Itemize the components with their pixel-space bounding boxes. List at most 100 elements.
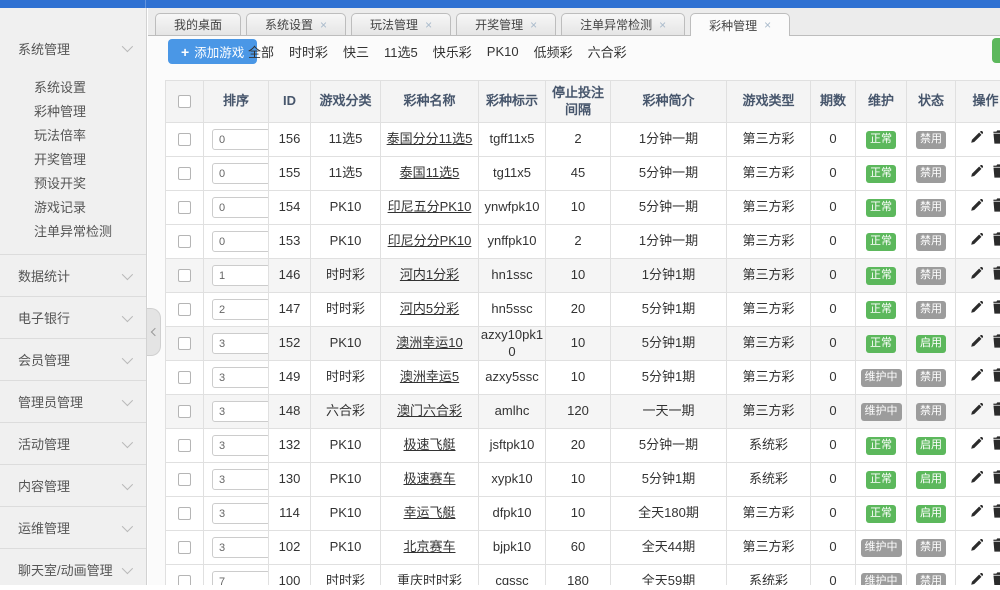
lottery-name-link[interactable]: 澳洲幸运10: [396, 335, 462, 350]
filter-4[interactable]: 快乐彩: [433, 42, 472, 61]
filter-3[interactable]: 11选5: [384, 42, 418, 61]
maintain-badge[interactable]: 维护中: [861, 369, 902, 387]
sort-input[interactable]: [212, 129, 269, 150]
tab-4[interactable]: 注单异常检测×: [561, 13, 685, 35]
delete-icon[interactable]: [993, 198, 1000, 216]
sidebar-item-0-3[interactable]: 开奖管理: [0, 148, 146, 172]
status-badge[interactable]: 禁用: [916, 233, 946, 251]
sidebar-group-1[interactable]: 数据统计: [0, 254, 146, 296]
lottery-name-link[interactable]: 极速赛车: [403, 471, 455, 486]
sidebar-group-5[interactable]: 活动管理: [0, 422, 146, 464]
lottery-name-link[interactable]: 河内1分彩: [400, 267, 459, 282]
maintain-badge[interactable]: 正常: [866, 199, 896, 217]
lottery-name-link[interactable]: 印尼五分PK10: [388, 199, 472, 214]
sidebar-item-0-5[interactable]: 游戏记录: [0, 196, 146, 220]
tab-2[interactable]: 玩法管理×: [351, 13, 451, 35]
sidebar-group-0[interactable]: 系统管理: [0, 28, 146, 68]
status-badge[interactable]: 启用: [916, 335, 946, 353]
sort-input[interactable]: [212, 537, 269, 558]
row-checkbox[interactable]: [178, 371, 191, 384]
maintain-badge[interactable]: 正常: [866, 301, 896, 319]
close-icon[interactable]: ×: [764, 19, 771, 31]
sidebar-item-0-6[interactable]: 注单异常检测: [0, 220, 146, 244]
lottery-name-link[interactable]: 澳门六合彩: [397, 403, 462, 418]
filter-6[interactable]: 低频彩: [534, 42, 573, 61]
filter-7[interactable]: 六合彩: [588, 42, 627, 61]
filter-2[interactable]: 快三: [343, 42, 369, 61]
close-icon[interactable]: ×: [659, 19, 666, 31]
add-game-button[interactable]: + 添加游戏: [168, 39, 257, 64]
sort-input[interactable]: [212, 367, 269, 388]
sidebar-item-0-4[interactable]: 预设开奖: [0, 172, 146, 196]
lottery-name-link[interactable]: 澳洲幸运5: [400, 369, 459, 384]
delete-icon[interactable]: [993, 572, 1000, 585]
row-checkbox[interactable]: [178, 575, 191, 585]
edit-icon[interactable]: [970, 335, 983, 352]
row-checkbox[interactable]: [178, 133, 191, 146]
delete-icon[interactable]: [993, 300, 1000, 318]
sidebar-group-7[interactable]: 运维管理: [0, 506, 146, 548]
delete-icon[interactable]: [993, 538, 1000, 556]
edit-icon[interactable]: [970, 505, 983, 522]
row-checkbox[interactable]: [178, 303, 191, 316]
lottery-name-link[interactable]: 泰国分分11选5: [387, 131, 473, 146]
status-badge[interactable]: 禁用: [916, 301, 946, 319]
status-badge[interactable]: 禁用: [916, 369, 946, 387]
sidebar-item-0-2[interactable]: 玩法倍率: [0, 124, 146, 148]
delete-icon[interactable]: [993, 266, 1000, 284]
row-checkbox[interactable]: [178, 507, 191, 520]
maintain-badge[interactable]: 正常: [866, 505, 896, 523]
sort-input[interactable]: [212, 469, 269, 490]
sort-input[interactable]: [212, 163, 269, 184]
close-icon[interactable]: ×: [320, 19, 327, 31]
lottery-name-link[interactable]: 幸运飞艇: [403, 505, 455, 520]
maintain-badge[interactable]: 维护中: [861, 573, 902, 585]
sidebar-item-0-1[interactable]: 彩种管理: [0, 100, 146, 124]
edit-icon[interactable]: [970, 539, 983, 556]
filter-1[interactable]: 时时彩: [289, 42, 328, 61]
status-badge[interactable]: 禁用: [916, 131, 946, 149]
delete-icon[interactable]: [993, 470, 1000, 488]
lottery-name-link[interactable]: 泰国11选5: [400, 165, 460, 180]
edit-icon[interactable]: [970, 131, 983, 148]
delete-icon[interactable]: [993, 402, 1000, 420]
maintain-badge[interactable]: 正常: [866, 233, 896, 251]
maintain-badge[interactable]: 正常: [866, 335, 896, 353]
row-checkbox[interactable]: [178, 473, 191, 486]
close-icon[interactable]: ×: [530, 19, 537, 31]
row-checkbox[interactable]: [178, 337, 191, 350]
status-badge[interactable]: 禁用: [916, 403, 946, 421]
sort-input[interactable]: [212, 435, 269, 456]
sidebar-group-3[interactable]: 会员管理: [0, 338, 146, 380]
sort-input[interactable]: [212, 231, 269, 252]
maintain-badge[interactable]: 维护中: [861, 403, 902, 421]
tab-1[interactable]: 系统设置×: [246, 13, 346, 35]
sidebar-collapse-handle[interactable]: [147, 308, 161, 356]
delete-icon[interactable]: [993, 368, 1000, 386]
lottery-name-link[interactable]: 河内5分彩: [400, 301, 459, 316]
status-badge[interactable]: 禁用: [916, 573, 946, 585]
sidebar-item-0-0[interactable]: 系统设置: [0, 76, 146, 100]
lottery-name-link[interactable]: 北京赛车: [403, 539, 455, 554]
row-checkbox[interactable]: [178, 439, 191, 452]
maintain-badge[interactable]: 正常: [866, 131, 896, 149]
sort-input[interactable]: [212, 299, 269, 320]
maintain-badge[interactable]: 正常: [866, 267, 896, 285]
edit-icon[interactable]: [970, 267, 983, 284]
edit-icon[interactable]: [970, 199, 983, 216]
delete-icon[interactable]: [993, 164, 1000, 182]
delete-icon[interactable]: [993, 232, 1000, 250]
edit-icon[interactable]: [970, 573, 983, 585]
delete-icon[interactable]: [993, 130, 1000, 148]
lottery-name-link[interactable]: 印尼分分PK10: [388, 233, 472, 248]
lottery-name-link[interactable]: 重庆时时彩: [397, 573, 462, 585]
sort-input[interactable]: [212, 503, 269, 524]
select-all-checkbox[interactable]: [178, 95, 191, 108]
sort-input[interactable]: [212, 571, 269, 585]
lottery-name-link[interactable]: 极速飞艇: [403, 437, 455, 452]
row-checkbox[interactable]: [178, 269, 191, 282]
row-checkbox[interactable]: [178, 167, 191, 180]
sort-input[interactable]: [212, 265, 269, 286]
sort-input[interactable]: [212, 197, 269, 218]
delete-icon[interactable]: [993, 334, 1000, 352]
